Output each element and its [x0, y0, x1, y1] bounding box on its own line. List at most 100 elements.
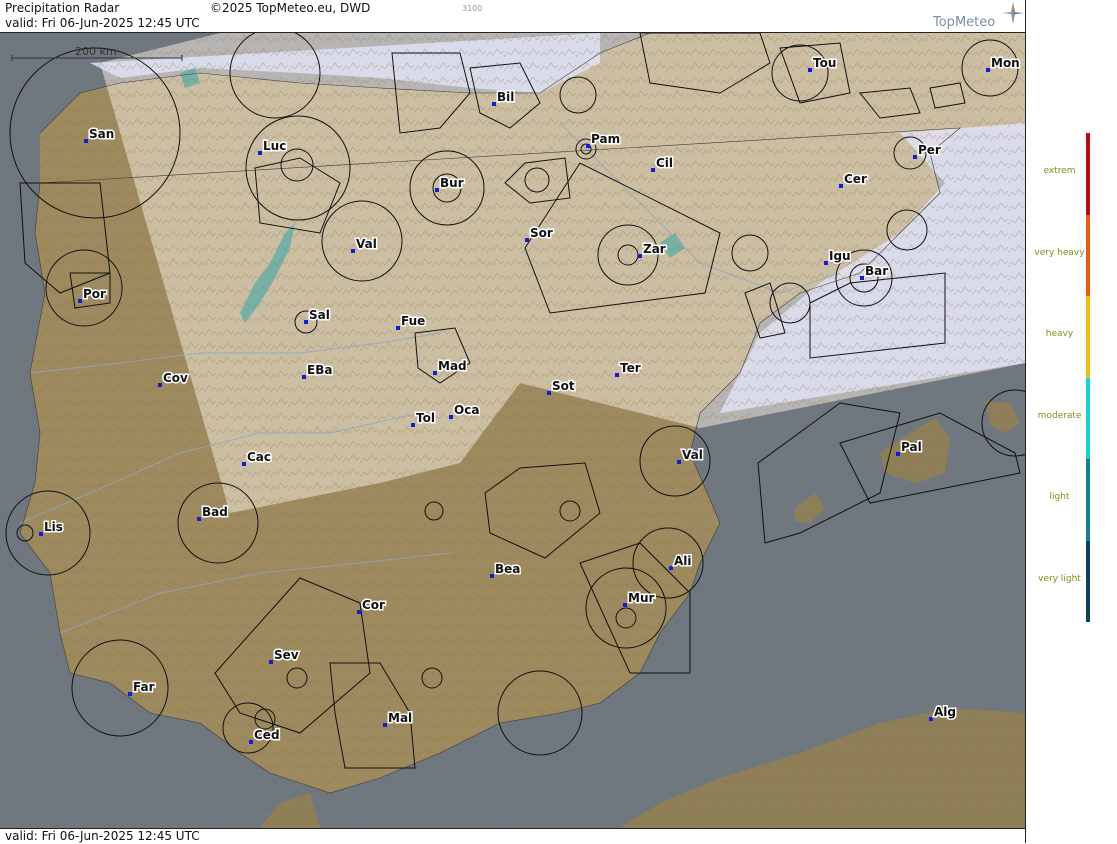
city-marker[interactable]: Fue: [396, 313, 427, 330]
city-marker[interactable]: Cer: [839, 171, 868, 188]
city-dot: [896, 452, 900, 456]
city-marker[interactable]: Pam: [586, 131, 622, 148]
legend-color-swatch: [1086, 214, 1090, 296]
city-dot: [824, 261, 828, 265]
city-label: Luc: [263, 139, 286, 153]
city-dot: [638, 254, 642, 258]
city-label: Ced: [254, 728, 280, 742]
city-dot: [302, 375, 306, 379]
city-dot: [490, 574, 494, 578]
city-dot: [449, 415, 453, 419]
city-label: Cac: [247, 450, 271, 464]
city-dot: [258, 151, 262, 155]
city-label: Cil: [656, 156, 673, 170]
copyright: ©2025 TopMeteo.eu, DWD: [210, 1, 371, 15]
city-dot: [623, 603, 627, 607]
city-marker[interactable]: Sev: [269, 647, 300, 664]
city-marker[interactable]: Ced: [249, 727, 281, 744]
radar-map[interactable]: 200 km San Luc Bur Bil Pam Tou Mon Per Cil Cer Val…: [0, 33, 1025, 828]
city-marker[interactable]: Cov: [158, 370, 190, 387]
city-label: Val: [356, 237, 377, 251]
code-label: 3100: [462, 4, 483, 13]
city-label: Tou: [813, 56, 836, 70]
city-label: Bil: [497, 90, 514, 104]
legend-label: moderate: [1037, 410, 1082, 421]
legend-label: very heavy: [1034, 247, 1085, 258]
legend-label: heavy: [1045, 329, 1074, 339]
city-label: Igu: [829, 249, 851, 263]
city-dot: [492, 102, 496, 106]
city-label: Mon: [991, 56, 1020, 70]
city-dot: [986, 68, 990, 72]
city-dot: [808, 68, 812, 72]
city-label: Ali: [674, 554, 692, 568]
city-marker[interactable]: Alg: [929, 704, 958, 721]
city-dot: [197, 517, 201, 521]
city-label: Bar: [865, 264, 888, 278]
legend-color-swatch: [1086, 459, 1090, 541]
city-dot: [411, 423, 415, 427]
city-marker[interactable]: Mon: [986, 55, 1021, 72]
city-label: Por: [83, 287, 106, 301]
city-marker[interactable]: Bea: [490, 561, 522, 578]
city-dot: [84, 139, 88, 143]
legend-color-swatch: [1086, 133, 1090, 215]
city-marker[interactable]: Cor: [357, 597, 387, 614]
city-marker[interactable]: Zar: [638, 241, 667, 258]
city-label: Pam: [591, 132, 620, 146]
city-label: EBa: [307, 363, 332, 377]
city-label: Tol: [416, 411, 435, 425]
city-label: Sal: [309, 308, 330, 322]
city-marker[interactable]: Per: [913, 142, 942, 159]
city-dot: [304, 320, 308, 324]
legend-color-swatch: [1086, 377, 1090, 459]
city-marker[interactable]: Bur: [435, 175, 465, 192]
city-marker[interactable]: Mad: [433, 358, 468, 375]
legend-label: very light: [1038, 573, 1081, 584]
city-dot: [158, 383, 162, 387]
city-dot: [547, 391, 551, 395]
city-dot: [929, 717, 933, 721]
city-marker[interactable]: Tou: [808, 55, 838, 72]
city-label: Cor: [362, 598, 385, 612]
footer: valid: Fri 06-Jun-2025 12:45 UTC: [0, 828, 1025, 844]
city-label: Mur: [628, 591, 654, 605]
city-marker[interactable]: San: [84, 126, 116, 143]
city-marker[interactable]: Bad: [197, 504, 229, 521]
city-dot: [39, 532, 43, 536]
city-dot: [383, 723, 387, 727]
city-label: Cer: [844, 172, 867, 186]
city-label: Lis: [44, 520, 63, 534]
city-label: Bea: [495, 562, 520, 576]
city-marker[interactable]: Mur: [623, 590, 656, 607]
city-marker[interactable]: Bar: [860, 263, 890, 280]
city-dot: [433, 371, 437, 375]
city-label: Oca: [454, 403, 479, 417]
city-label: Ter: [620, 361, 641, 375]
city-dot: [128, 692, 132, 696]
city-dot: [435, 188, 439, 192]
city-marker[interactable]: EBa: [302, 362, 334, 379]
city-dot: [351, 249, 355, 253]
legend-color-swatch: [1086, 296, 1090, 378]
city-label: Per: [918, 143, 941, 157]
city-dot: [839, 184, 843, 188]
legend-panel: extrem very heavy heavy moderate light very l…: [1025, 0, 1117, 843]
city-marker[interactable]: Sot: [547, 378, 576, 395]
valid-time-bottom: valid: Fri 06-Jun-2025 12:45 UTC: [5, 829, 200, 843]
city-marker[interactable]: Por: [78, 286, 108, 303]
legend-label: light: [1049, 492, 1070, 502]
city-marker[interactable]: Cac: [242, 449, 273, 466]
city-dot: [357, 610, 361, 614]
city-marker[interactable]: Mal: [383, 710, 414, 727]
topmeteo-logo[interactable]: TopMeteo: [933, 15, 995, 30]
city-label: Bad: [202, 505, 228, 519]
city-dot: [586, 144, 590, 148]
city-label: Alg: [934, 705, 956, 719]
city-dot: [78, 299, 82, 303]
city-label: Sev: [274, 648, 299, 662]
city-label: Sor: [530, 226, 553, 240]
city-marker[interactable]: Luc: [258, 138, 288, 155]
city-marker[interactable]: Oca: [449, 402, 481, 419]
city-marker[interactable]: Sor: [525, 225, 554, 242]
